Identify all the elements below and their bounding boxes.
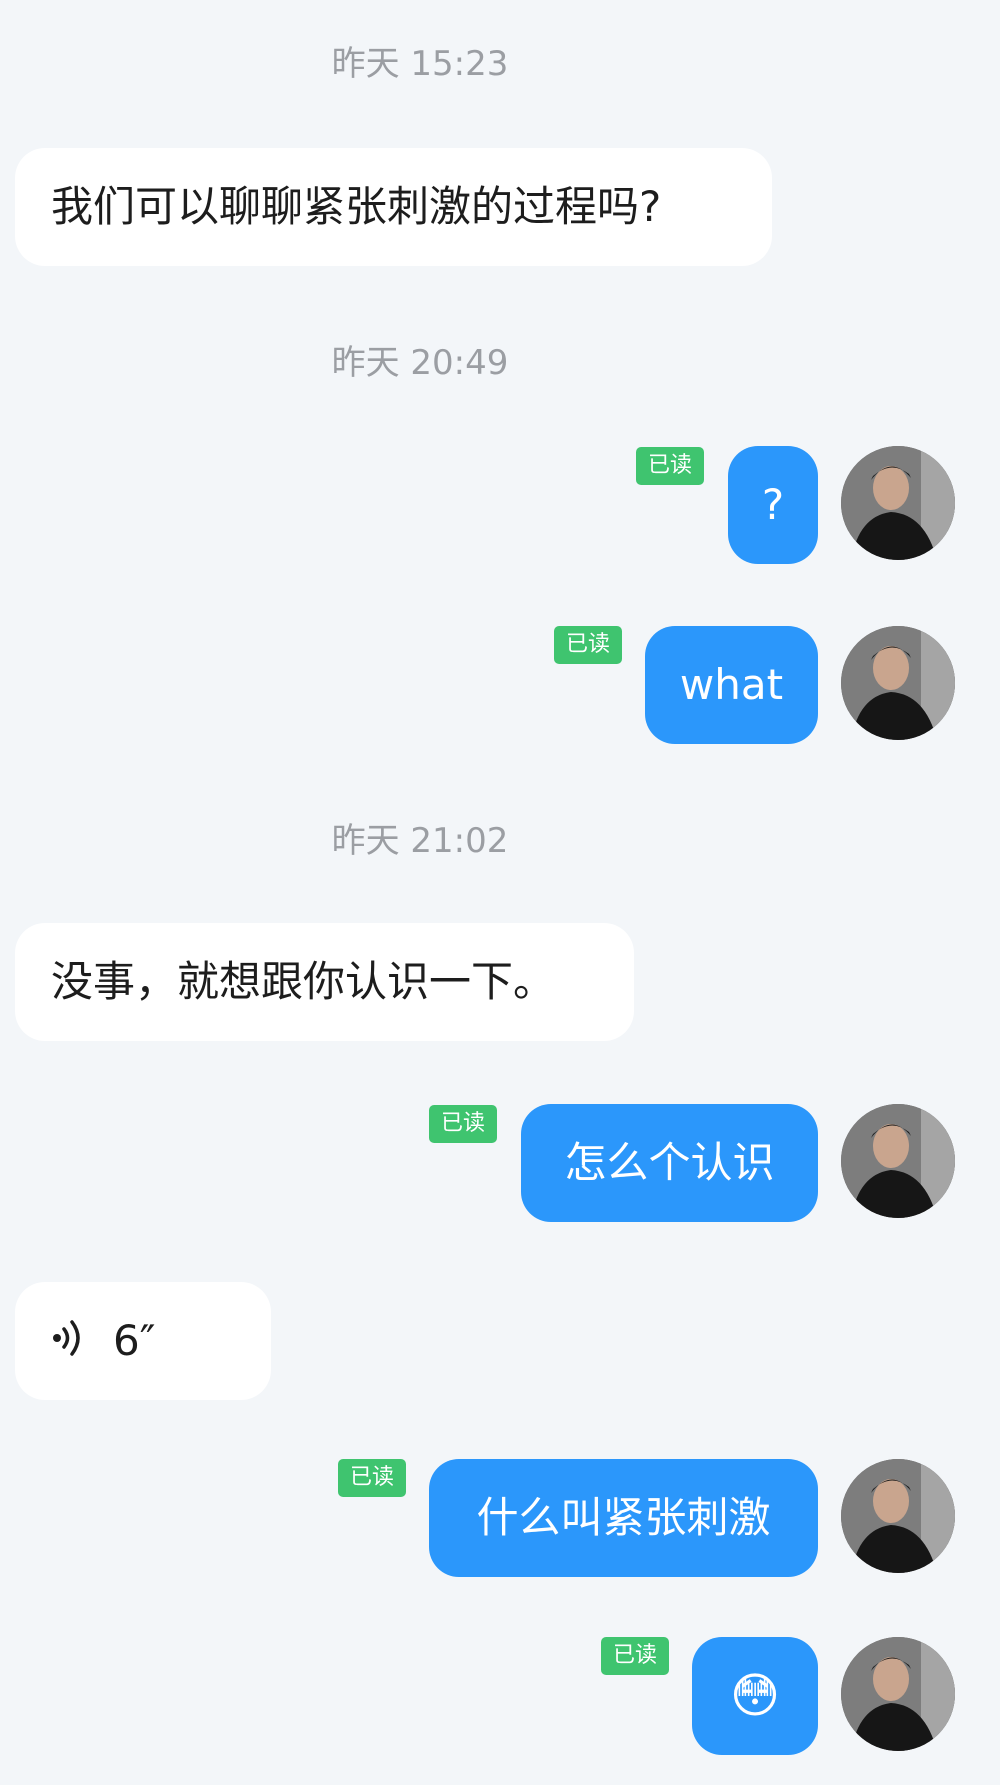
voice-message-bubble[interactable]: 6″ <box>15 1282 271 1400</box>
outgoing-message-bubble[interactable]: 😳 <box>692 1637 818 1755</box>
avatar-image <box>841 1637 955 1751</box>
voice-duration: 6″ <box>113 1316 156 1365</box>
read-badge: 已读 <box>338 1459 407 1497</box>
avatar-image <box>841 446 955 560</box>
user-avatar[interactable] <box>841 1459 955 1573</box>
timestamp: 昨天 21:02 <box>331 821 509 861</box>
outgoing-message-bubble[interactable]: 什么叫紧张刺激 <box>429 1459 818 1577</box>
timestamp: 昨天 15:23 <box>331 44 509 84</box>
avatar-image <box>841 626 955 740</box>
read-badge: 已读 <box>429 1105 498 1143</box>
outgoing-message-bubble[interactable]: 怎么个认识 <box>521 1104 818 1222</box>
flushed-face-emoji: 😳 <box>729 1668 781 1724</box>
user-avatar[interactable] <box>841 1637 955 1751</box>
incoming-message-bubble[interactable]: 我们可以聊聊紧张刺激的过程吗? <box>15 148 772 266</box>
read-badge: 已读 <box>636 447 705 485</box>
read-badge: 已读 <box>601 1637 670 1675</box>
outgoing-message-bubble[interactable]: ? <box>728 446 818 564</box>
avatar-image <box>841 1459 955 1573</box>
user-avatar[interactable] <box>841 1104 955 1218</box>
user-avatar[interactable] <box>841 446 955 560</box>
incoming-message-bubble[interactable]: 没事，就想跟你认识一下。 <box>15 923 634 1041</box>
outgoing-message-bubble[interactable]: what <box>645 626 818 744</box>
user-avatar[interactable] <box>841 626 955 740</box>
voice-wave-icon <box>51 1285 85 1403</box>
timestamp: 昨天 20:49 <box>331 343 509 383</box>
read-badge: 已读 <box>554 626 623 664</box>
avatar-image <box>841 1104 955 1218</box>
